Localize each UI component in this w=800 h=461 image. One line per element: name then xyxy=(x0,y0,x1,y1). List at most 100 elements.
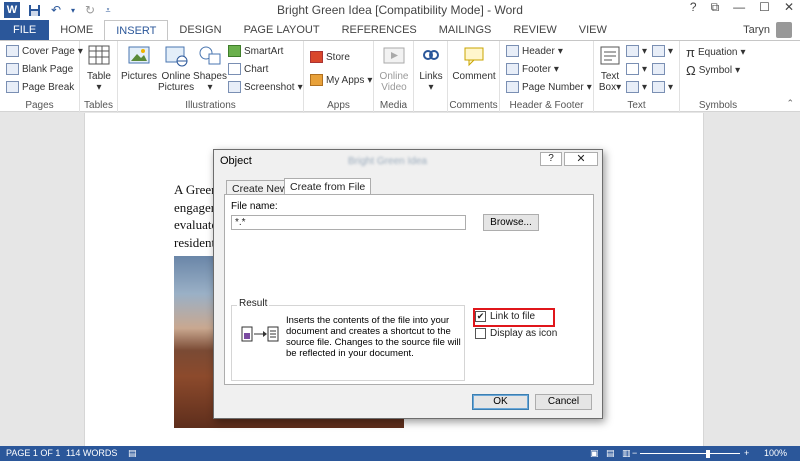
drop-cap-button[interactable]: ▾ xyxy=(626,81,647,93)
tab-review[interactable]: REVIEW xyxy=(502,20,567,41)
dialog-blurred-title: Bright Green Idea xyxy=(348,156,427,167)
signature-line-button[interactable]: ▾ xyxy=(652,45,673,57)
dialog-close-button[interactable]: ✕ xyxy=(564,152,598,166)
tab-home[interactable]: HOME xyxy=(49,20,104,41)
chevron-down-icon: ▾ xyxy=(735,65,741,76)
blank-page-button[interactable]: Blank Page xyxy=(6,63,73,75)
my-apps-icon xyxy=(310,74,323,86)
signature-line-icon xyxy=(652,45,665,57)
chevron-down-icon: ▾ xyxy=(668,81,674,93)
pictures-icon xyxy=(128,46,150,64)
help-icon[interactable]: ? xyxy=(690,0,697,15)
tab-view[interactable]: VIEW xyxy=(568,20,618,41)
document-line: engager xyxy=(174,199,216,215)
chevron-down-icon: ▾ xyxy=(740,47,746,58)
group-apps: Store My Apps ▾ Apps xyxy=(304,41,374,113)
table-icon xyxy=(88,45,110,65)
zoom-slider[interactable] xyxy=(640,453,740,454)
display-as-icon-label: Display as icon xyxy=(490,328,558,339)
print-layout-icon[interactable]: ▤ xyxy=(606,448,615,459)
smartart-icon xyxy=(228,45,241,57)
ribbon-display-options-icon[interactable]: ⧉ xyxy=(711,0,720,15)
chevron-down-icon: ▾ xyxy=(616,82,622,93)
link-to-file-checkbox[interactable]: ✔ Link to file xyxy=(475,311,535,322)
proofing-icon[interactable]: ▤ xyxy=(128,448,137,459)
page-count[interactable]: PAGE 1 OF 1 xyxy=(6,448,60,458)
text-box-icon xyxy=(600,46,620,65)
group-illustrations: Pictures Online Pictures Shapes ▾ SmartArt… xyxy=(118,41,304,113)
online-pictures-icon xyxy=(165,46,188,67)
chart-button[interactable]: Chart xyxy=(228,63,268,75)
zoom-slider-thumb[interactable] xyxy=(706,450,710,458)
zoom-in-icon[interactable]: + xyxy=(744,448,749,458)
tab-create-from-file[interactable]: Create from File xyxy=(284,178,372,195)
date-time-button[interactable] xyxy=(652,63,665,75)
close-window-icon[interactable]: ✕ xyxy=(784,0,794,15)
read-mode-icon[interactable]: ▣ xyxy=(590,448,599,459)
wordart-button[interactable]: ▾ xyxy=(626,63,647,75)
tab-page-layout[interactable]: PAGE LAYOUT xyxy=(233,20,331,41)
tab-design[interactable]: DESIGN xyxy=(168,20,232,41)
document-line: evaluate xyxy=(174,217,218,232)
page-number-button[interactable]: Page Number ▾ xyxy=(506,81,592,93)
tab-insert[interactable]: INSERT xyxy=(104,20,169,41)
quick-parts-button[interactable]: ▾ xyxy=(626,45,647,57)
footer-button[interactable]: Footer ▾ xyxy=(506,63,559,75)
my-apps-button[interactable]: My Apps ▾ xyxy=(310,74,372,86)
symbol-button[interactable]: Ω Symbol ▾ xyxy=(686,63,740,78)
screenshot-button[interactable]: Screenshot ▾ xyxy=(228,81,303,93)
file-name-input[interactable]: *.* xyxy=(231,215,466,230)
screenshot-icon xyxy=(228,81,241,93)
equation-button[interactable]: π Equation ▾ xyxy=(686,45,746,60)
checkbox-empty-icon xyxy=(475,328,486,339)
cover-page-button[interactable]: Cover Page ▾ xyxy=(6,45,83,57)
header-button[interactable]: Header ▾ xyxy=(506,45,563,57)
chevron-down-icon: ▾ xyxy=(428,82,434,93)
document-text[interactable]: A Green engager evaluate resident xyxy=(174,181,218,251)
word-count[interactable]: 114 WORDS xyxy=(66,448,117,458)
links-button[interactable]: Links ▾ xyxy=(415,44,447,93)
page-break-button[interactable]: Page Break xyxy=(6,81,74,93)
user-name[interactable]: Taryn xyxy=(743,24,770,36)
web-layout-icon[interactable]: ▥ xyxy=(622,448,631,459)
blank-page-icon xyxy=(6,63,19,75)
tab-references[interactable]: REFERENCES xyxy=(331,20,428,41)
file-name-label: File name: xyxy=(231,201,278,212)
document-line: A Green xyxy=(174,182,218,197)
comment-button[interactable]: Comment xyxy=(450,44,498,82)
chevron-down-icon: ▾ xyxy=(642,63,648,75)
shapes-button[interactable]: Shapes ▾ xyxy=(193,44,227,93)
zoom-level[interactable]: 100% xyxy=(764,448,787,458)
title-bar: W ↶ ▾ ↻ ⩡ Bright Green Idea [Compatibili… xyxy=(0,0,800,20)
online-video-button[interactable]: Online Video xyxy=(376,44,412,93)
text-box-button[interactable]: Text Box▾ xyxy=(596,44,624,93)
pictures-button[interactable]: Pictures xyxy=(120,44,158,82)
zoom-out-icon[interactable]: − xyxy=(632,448,637,458)
online-pictures-button[interactable]: Online Pictures xyxy=(158,44,194,93)
ok-button[interactable]: OK xyxy=(472,394,529,410)
ribbon: Cover Page ▾ Blank Page Page Break Pages … xyxy=(0,40,800,113)
create-from-file-panel: File name: *.* Browse... ✔ Link to file … xyxy=(224,194,594,385)
tab-mailings[interactable]: MAILINGS xyxy=(428,20,503,41)
smartart-button[interactable]: SmartArt xyxy=(228,45,283,57)
table-button[interactable]: Table ▾ xyxy=(83,44,115,93)
insert-object-button[interactable]: ▾ xyxy=(652,81,673,93)
collapse-ribbon-icon[interactable]: ⌃ xyxy=(786,98,794,109)
link-icon xyxy=(423,50,439,60)
chevron-down-icon: ▾ xyxy=(96,82,102,93)
wordart-icon xyxy=(626,63,639,75)
cancel-button[interactable]: Cancel xyxy=(535,394,592,410)
store-button[interactable]: Store xyxy=(310,51,350,63)
dialog-help-button[interactable]: ? xyxy=(540,152,562,166)
group-label-header-footer: Header & Footer xyxy=(509,100,584,111)
tab-file[interactable]: FILE xyxy=(0,20,50,41)
browse-button[interactable]: Browse... xyxy=(483,214,539,231)
footer-icon xyxy=(506,63,519,75)
display-as-icon-checkbox[interactable]: Display as icon xyxy=(475,328,557,339)
maximize-icon[interactable]: ☐ xyxy=(759,0,770,15)
minimize-icon[interactable]: — xyxy=(733,0,745,15)
cover-page-icon xyxy=(6,45,19,57)
avatar[interactable] xyxy=(776,22,792,38)
omega-icon: Ω xyxy=(686,63,696,78)
group-tables: Table ▾ Tables xyxy=(80,41,118,113)
